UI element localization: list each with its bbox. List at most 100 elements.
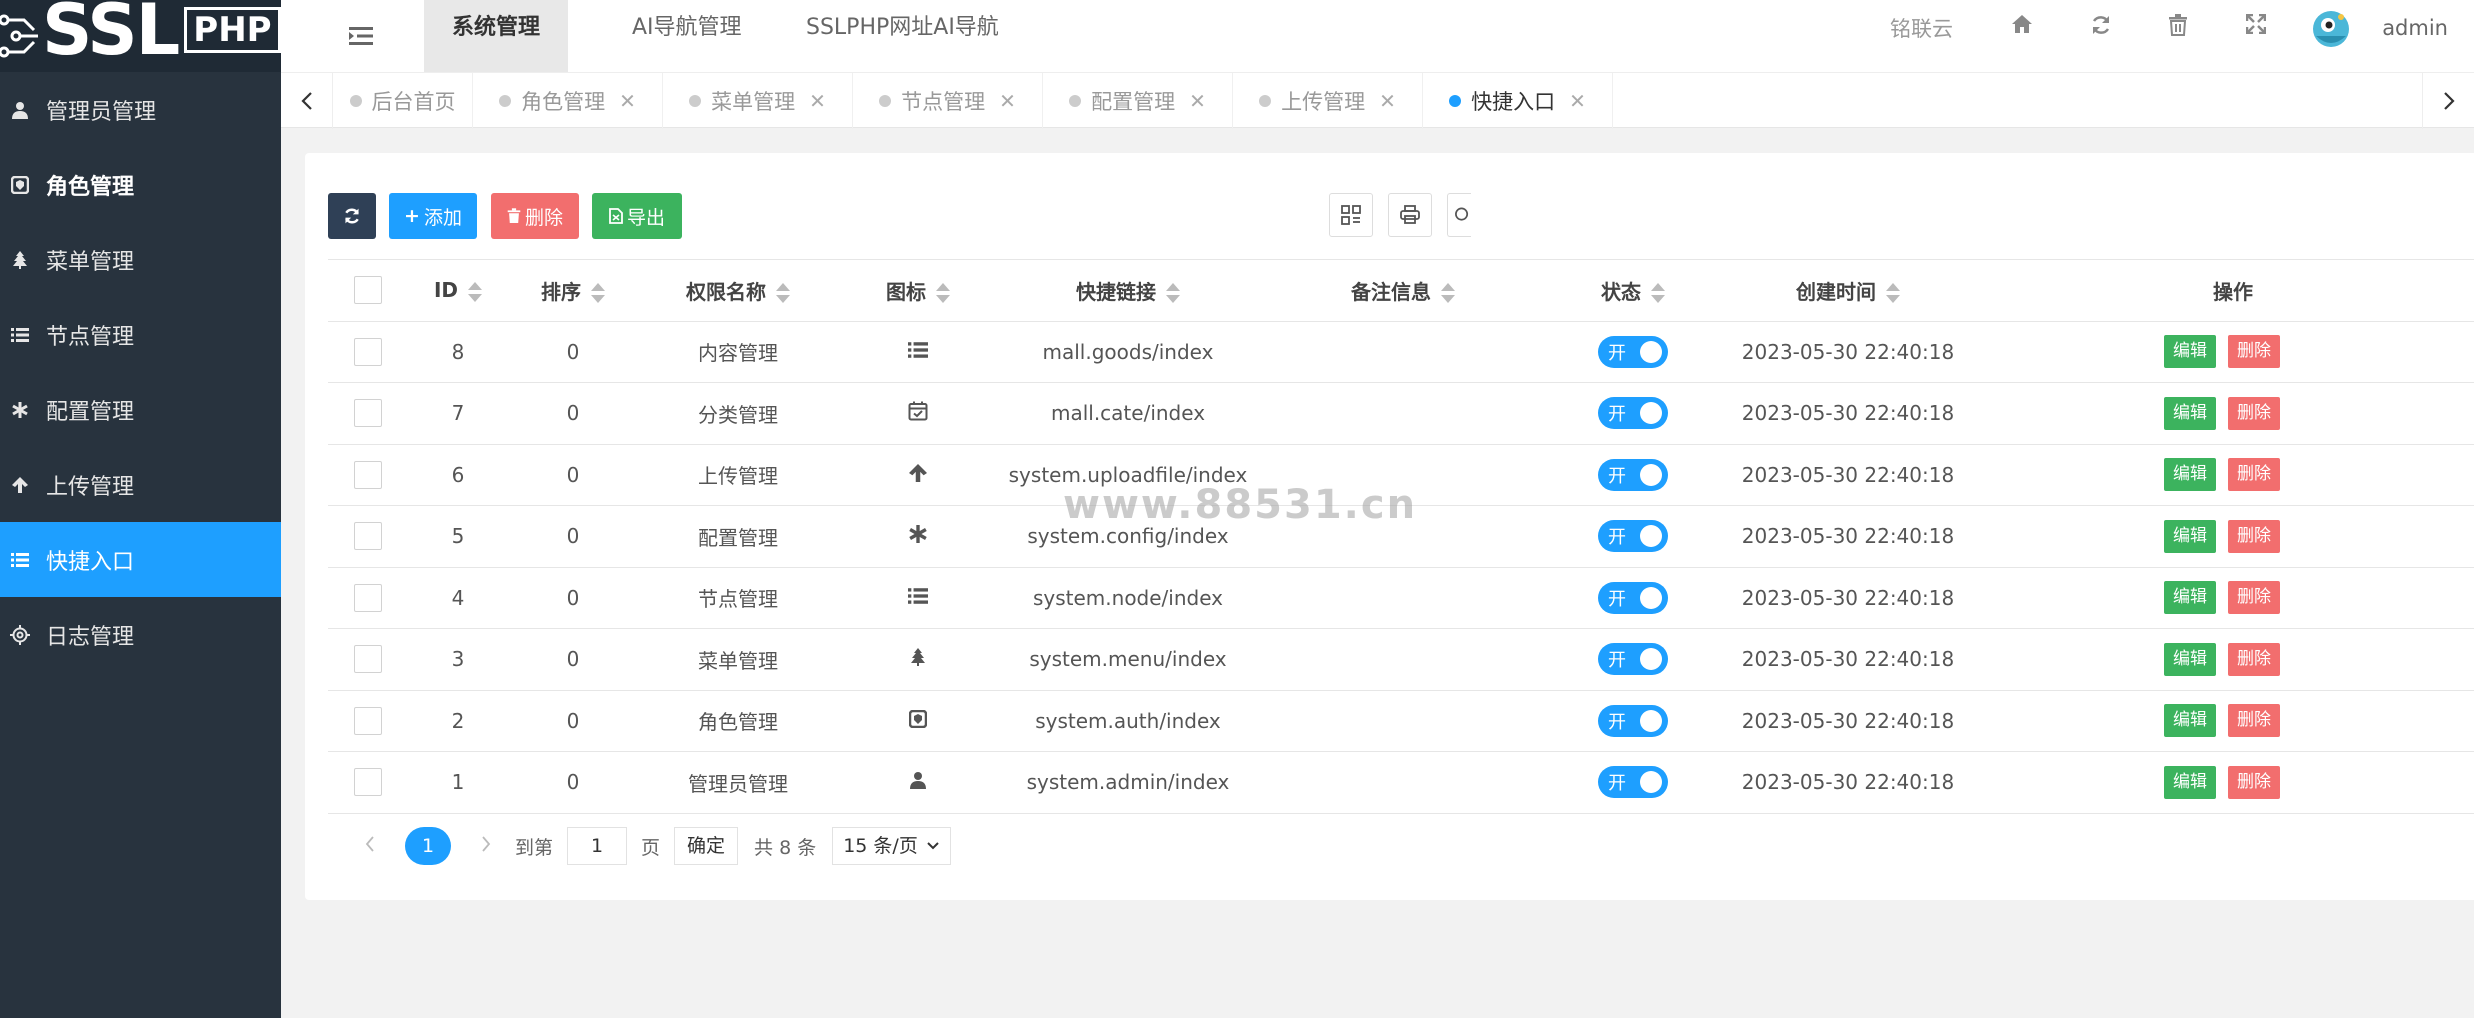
- row-checkbox[interactable]: [354, 399, 382, 428]
- row-checkbox[interactable]: [354, 706, 382, 735]
- edit-button[interactable]: 编辑: [2164, 581, 2216, 615]
- sidebar-item-upload[interactable]: 上传管理: [0, 447, 281, 522]
- row-checkbox[interactable]: [354, 522, 382, 551]
- sidebar-item-node[interactable]: 节点管理: [0, 297, 281, 372]
- row-checkbox[interactable]: [354, 768, 382, 797]
- sidebar-item-log[interactable]: 日志管理: [0, 597, 281, 672]
- sidebar-toggle-icon[interactable]: [343, 18, 379, 54]
- close-icon[interactable]: ✕: [1379, 89, 1396, 113]
- delete-button[interactable]: 删除: [2228, 458, 2280, 492]
- sort-icon[interactable]: [776, 282, 790, 304]
- edit-button[interactable]: 编辑: [2164, 335, 2216, 369]
- page-tab-shortcut[interactable]: 快捷入口 ✕: [1423, 73, 1613, 129]
- status-toggle[interactable]: 开: [1598, 458, 1668, 491]
- delete-button[interactable]: 删除: [2228, 581, 2280, 615]
- edit-button[interactable]: 编辑: [2164, 519, 2216, 553]
- status-toggle[interactable]: 开: [1598, 581, 1668, 614]
- print-button[interactable]: [1388, 193, 1432, 237]
- columns-toggle-button[interactable]: [1329, 193, 1373, 237]
- trash-icon[interactable]: [2168, 14, 2196, 42]
- select-all-checkbox[interactable]: [354, 276, 382, 305]
- column-header-remark[interactable]: 备注信息: [1258, 259, 1548, 322]
- home-icon[interactable]: [2011, 14, 2039, 42]
- status-toggle[interactable]: 开: [1598, 704, 1668, 737]
- close-icon[interactable]: ✕: [999, 89, 1016, 113]
- prev-page-icon[interactable]: [355, 835, 385, 858]
- sort-icon[interactable]: [591, 282, 605, 304]
- delete-button[interactable]: 删除: [2228, 519, 2280, 553]
- column-header-status[interactable]: 状态: [1548, 259, 1718, 322]
- goto-page-input[interactable]: 1: [567, 827, 628, 865]
- close-icon[interactable]: ✕: [1569, 89, 1586, 113]
- row-checkbox[interactable]: [354, 337, 382, 366]
- column-header-created[interactable]: 创建时间: [1718, 259, 1978, 322]
- tab-scroll-right[interactable]: [2422, 73, 2474, 129]
- avatar[interactable]: [2308, 6, 2354, 52]
- sidebar-item-label: 菜单管理: [46, 249, 135, 275]
- row-checkbox[interactable]: [354, 460, 382, 489]
- sidebar-item-role[interactable]: 角色管理: [0, 147, 281, 222]
- add-button[interactable]: + 添加: [389, 193, 477, 239]
- page-tab-role[interactable]: 角色管理 ✕: [473, 73, 663, 129]
- current-page[interactable]: 1: [405, 827, 451, 865]
- refresh-button[interactable]: [328, 193, 376, 239]
- edit-button[interactable]: 编辑: [2164, 765, 2216, 799]
- sort-icon[interactable]: [936, 282, 950, 304]
- batch-delete-button[interactable]: 删除: [491, 193, 579, 239]
- delete-button[interactable]: 删除: [2228, 704, 2280, 738]
- edit-button[interactable]: 编辑: [2164, 396, 2216, 430]
- column-header-name[interactable]: 权限名称: [638, 259, 838, 322]
- delete-button[interactable]: 删除: [2228, 335, 2280, 369]
- export-button[interactable]: 导出: [592, 193, 682, 239]
- status-toggle[interactable]: 开: [1598, 397, 1668, 430]
- edit-button[interactable]: 编辑: [2164, 458, 2216, 492]
- close-icon[interactable]: ✕: [619, 89, 636, 113]
- sidebar-item-shortcut[interactable]: 快捷入口: [0, 522, 281, 597]
- sort-icon[interactable]: [468, 281, 483, 303]
- next-page-icon[interactable]: [471, 835, 501, 858]
- edit-button[interactable]: 编辑: [2164, 704, 2216, 738]
- delete-button[interactable]: 删除: [2228, 765, 2280, 799]
- column-header-sort[interactable]: 排序: [508, 259, 638, 322]
- sort-icon[interactable]: [1651, 282, 1665, 304]
- row-checkbox[interactable]: [354, 583, 382, 612]
- page-tab-upload[interactable]: 上传管理 ✕: [1233, 73, 1423, 129]
- circuit-logo-icon: [0, 14, 38, 58]
- status-toggle[interactable]: 开: [1598, 643, 1668, 676]
- page-tab-home[interactable]: 后台首页: [333, 73, 473, 129]
- header-tab-sslphp-ai-nav[interactable]: SSLPHP网址AI导航: [778, 0, 1027, 72]
- tab-scroll-left[interactable]: [281, 73, 333, 129]
- column-header-id[interactable]: ID: [408, 259, 508, 322]
- page-tab-menu[interactable]: 菜单管理 ✕: [663, 73, 853, 129]
- page-tab-config[interactable]: 配置管理 ✕: [1043, 73, 1233, 129]
- logo[interactable]: SSL PHP: [0, 0, 281, 72]
- sidebar-item-admin[interactable]: 管理员管理: [0, 72, 281, 147]
- column-header-icon[interactable]: 图标: [838, 259, 998, 322]
- edit-button[interactable]: 编辑: [2164, 642, 2216, 676]
- status-toggle[interactable]: 开: [1598, 766, 1668, 799]
- goto-confirm-button[interactable]: 确定: [674, 827, 739, 865]
- cell-href: mall.cate/index: [998, 382, 1258, 445]
- page-tab-node[interactable]: 节点管理 ✕: [853, 73, 1043, 129]
- sort-icon[interactable]: [1441, 282, 1455, 304]
- user-name[interactable]: admin: [2382, 0, 2448, 56]
- sort-icon[interactable]: [1886, 282, 1900, 304]
- delete-button[interactable]: 删除: [2228, 396, 2280, 430]
- sort-icon[interactable]: [1166, 282, 1180, 304]
- sidebar-item-menu[interactable]: 菜单管理: [0, 222, 281, 297]
- header-tab-system[interactable]: 系统管理: [424, 0, 569, 72]
- row-checkbox[interactable]: [354, 645, 382, 674]
- delete-button[interactable]: 删除: [2228, 642, 2280, 676]
- column-header-href[interactable]: 快捷链接: [998, 259, 1258, 322]
- status-toggle[interactable]: 开: [1598, 520, 1668, 553]
- refresh-icon[interactable]: [2090, 14, 2118, 42]
- status-toggle[interactable]: 开: [1598, 335, 1668, 368]
- org-name[interactable]: 铭联云: [1890, 0, 1953, 56]
- sidebar-item-config[interactable]: 配置管理: [0, 372, 281, 447]
- header-tab-ai-nav[interactable]: AI导航管理: [604, 0, 770, 72]
- fullscreen-icon[interactable]: [2245, 13, 2274, 42]
- search-toggle-button[interactable]: [1447, 193, 1471, 237]
- close-icon[interactable]: ✕: [809, 89, 826, 113]
- close-icon[interactable]: ✕: [1189, 89, 1206, 113]
- page-size-select[interactable]: 15 条/页: [832, 827, 951, 865]
